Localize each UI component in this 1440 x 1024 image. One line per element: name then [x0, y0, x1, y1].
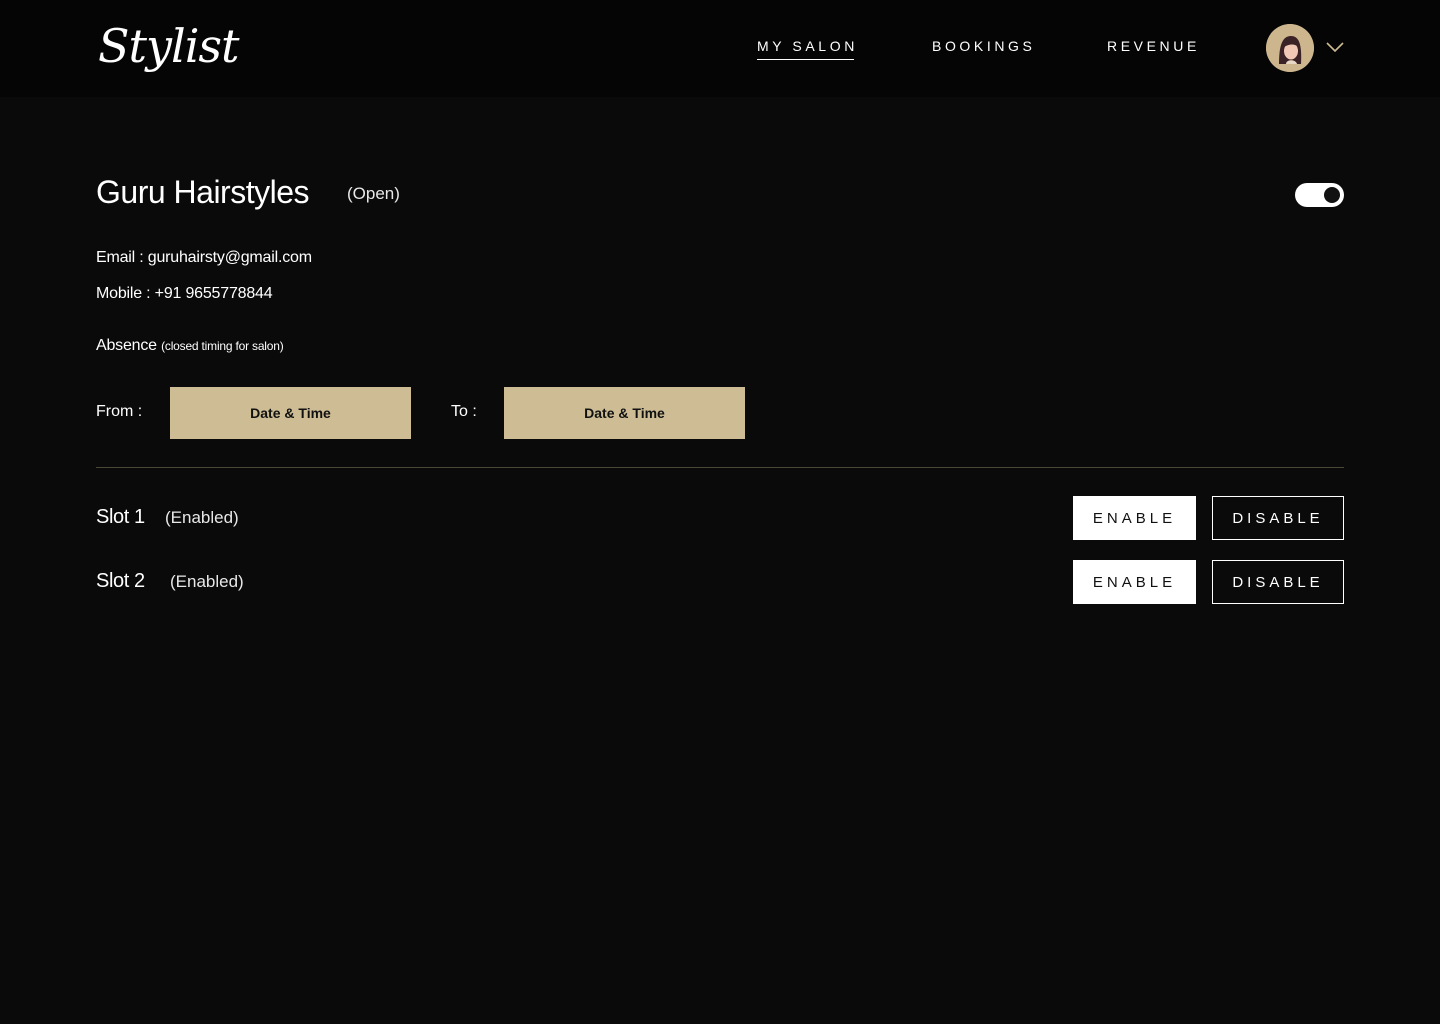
nav-bookings[interactable]: BOOKINGS: [932, 38, 1035, 54]
avatar-portrait-icon: [1266, 24, 1314, 72]
toggle-knob: [1324, 187, 1340, 203]
top-navigation-bar: Stylist MY SALON BOOKINGS REVENUE: [0, 0, 1440, 97]
absence-note: (closed timing for salon): [161, 339, 284, 353]
nav-revenue[interactable]: REVENUE: [1107, 38, 1200, 54]
slot-1-name: Slot 1: [96, 506, 145, 528]
slot-2-enable-button[interactable]: ENABLE: [1073, 560, 1196, 604]
salon-open-toggle[interactable]: [1295, 183, 1344, 207]
salon-status: (Open): [347, 184, 400, 203]
to-label: To :: [451, 403, 477, 420]
slot-1-disable-button[interactable]: DISABLE: [1212, 496, 1344, 540]
slot-1-enable-button[interactable]: ENABLE: [1073, 496, 1196, 540]
salon-name: Guru Hairstyles: [96, 174, 310, 210]
absence-label: Absence: [96, 337, 157, 354]
user-avatar[interactable]: [1266, 24, 1314, 72]
from-date-time-picker[interactable]: Date & Time: [170, 387, 411, 439]
slot-2-name: Slot 2: [96, 570, 145, 592]
slot-1-status: (Enabled): [165, 508, 239, 527]
chevron-down-icon[interactable]: [1325, 40, 1345, 54]
salon-email: Email : guruhairsty@gmail.com: [96, 249, 312, 266]
slot-2-status: (Enabled): [170, 572, 244, 591]
salon-mobile: Mobile : +91 9655778844: [96, 285, 273, 302]
stylist-logo[interactable]: Stylist: [98, 4, 240, 94]
absence-heading: Absence (closed timing for salon): [96, 337, 284, 355]
section-divider: [96, 467, 1344, 468]
slot-2-disable-button[interactable]: DISABLE: [1212, 560, 1344, 604]
to-date-time-picker[interactable]: Date & Time: [504, 387, 745, 439]
nav-my-salon[interactable]: MY SALON: [757, 38, 858, 60]
from-label: From :: [96, 403, 143, 420]
